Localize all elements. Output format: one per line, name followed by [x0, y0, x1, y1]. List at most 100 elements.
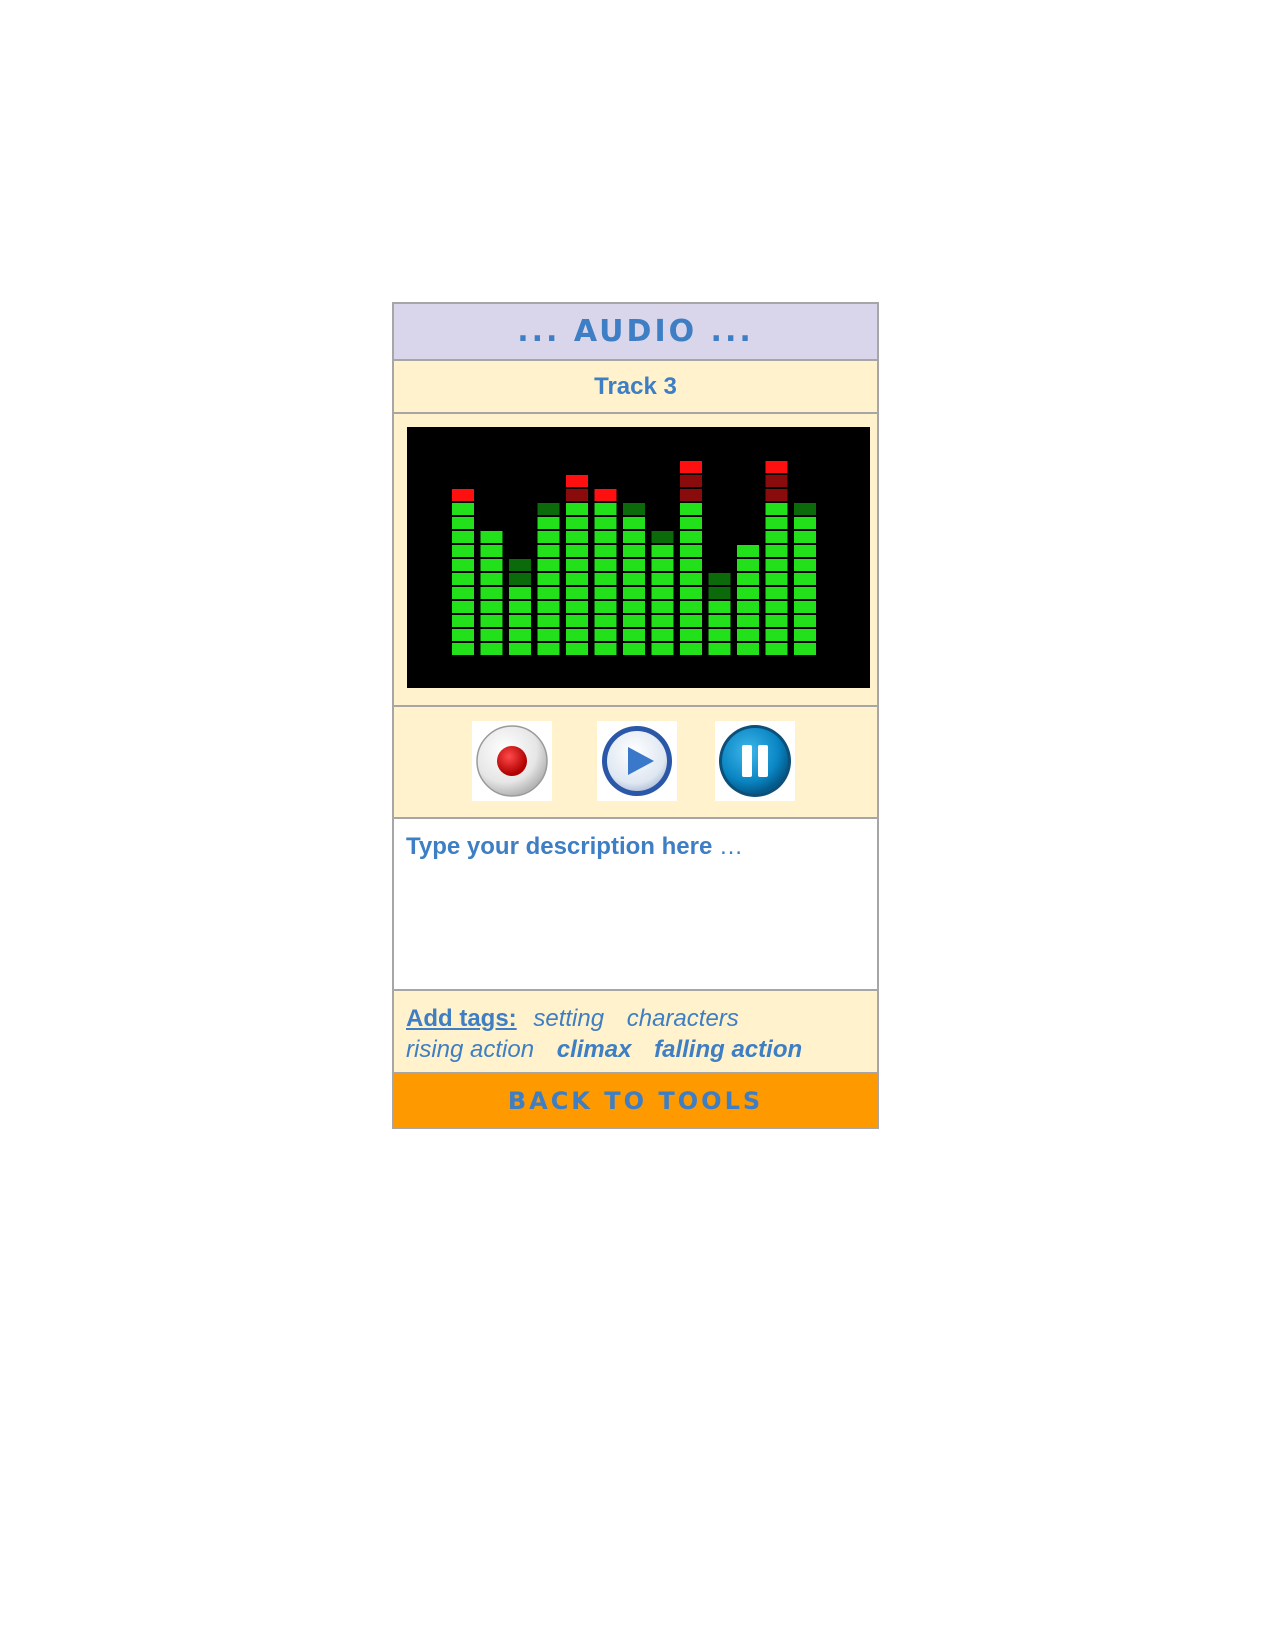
meter-segment: [680, 629, 702, 641]
meter-segment: [623, 601, 645, 613]
meter-segment: [452, 573, 474, 585]
meter-segment: [737, 629, 759, 641]
pause-button[interactable]: [715, 721, 795, 801]
meter-segment: [509, 615, 531, 627]
tags-line-1: Add tags: setting characters: [406, 1003, 865, 1034]
meter-segment: [452, 517, 474, 529]
meter-segment: [594, 615, 617, 627]
meter-segment: [765, 545, 788, 557]
meter-segment: [594, 545, 617, 557]
tag-setting[interactable]: setting: [533, 1005, 604, 1032]
meter-segment: [765, 601, 788, 613]
meter-segment: [708, 573, 731, 585]
meter-segment: [452, 503, 474, 515]
meter-segment: [737, 587, 759, 599]
add-tags-link[interactable]: Add tags:: [406, 1005, 517, 1032]
panel-title: ... AUDIO ...: [394, 304, 877, 361]
meter-segment: [708, 587, 731, 599]
track-name: Track 3: [394, 361, 877, 414]
meter-segment: [566, 545, 588, 557]
meter-segment: [537, 503, 560, 515]
meter-segment: [623, 545, 645, 557]
meter-segment: [794, 643, 816, 655]
meter-segment: [708, 601, 731, 613]
meter-segment: [794, 531, 816, 543]
meter-segment: [680, 475, 702, 487]
description-field[interactable]: Type your description here …: [394, 819, 877, 991]
meter-segment: [594, 601, 617, 613]
meter-segment: [566, 615, 588, 627]
meter-segment: [765, 587, 788, 599]
meter-segment: [623, 531, 645, 543]
play-button[interactable]: [597, 721, 677, 801]
meter-segment: [680, 615, 702, 627]
meter-segment: [651, 531, 674, 543]
record-button[interactable]: [472, 721, 552, 801]
meter-segment: [794, 545, 816, 557]
meter-segment: [452, 531, 474, 543]
meter-segment: [680, 545, 702, 557]
tags-section: Add tags: setting characters rising acti…: [394, 991, 877, 1074]
visualizer-section: [394, 414, 877, 707]
meter-segment: [765, 489, 788, 501]
meter-segment: [765, 531, 788, 543]
meter-segment: [765, 461, 788, 473]
meter-segment: [566, 587, 588, 599]
meter-segment: [623, 643, 645, 655]
meter-segment: [594, 531, 617, 543]
meter-segment: [594, 559, 617, 571]
meter-segment: [680, 517, 702, 529]
meter-segment: [452, 587, 474, 599]
meter-segment: [566, 531, 588, 543]
meter-segment: [708, 615, 731, 627]
meter-segment: [765, 559, 788, 571]
meter-segment: [794, 517, 816, 529]
meter-segment: [452, 559, 474, 571]
meter-segment: [737, 559, 759, 571]
meter-segment: [566, 559, 588, 571]
meter-segment: [509, 559, 531, 571]
meter-segment: [794, 573, 816, 585]
meter-segment: [452, 615, 474, 627]
meter-segment: [509, 629, 531, 641]
playback-controls: [394, 707, 877, 819]
meter-segment: [623, 503, 645, 515]
meter-segment: [509, 573, 531, 585]
tag-rising-action[interactable]: rising action: [406, 1036, 534, 1063]
meter-segment: [651, 643, 674, 655]
meter-segment: [594, 503, 617, 515]
tag-characters[interactable]: characters: [627, 1005, 739, 1032]
meter-segment: [480, 545, 503, 557]
meter-segment: [480, 629, 503, 641]
meter-segment: [651, 601, 674, 613]
meter-segment: [537, 545, 560, 557]
meter-segment: [680, 531, 702, 543]
meter-segment: [537, 531, 560, 543]
tag-falling-action[interactable]: falling action: [654, 1036, 802, 1063]
meter-segment: [537, 517, 560, 529]
meter-segment: [566, 601, 588, 613]
meter-segment: [737, 545, 759, 557]
meter-segment: [680, 601, 702, 613]
tag-climax[interactable]: climax: [557, 1036, 632, 1063]
meter-segment: [566, 489, 588, 501]
back-to-tools-button[interactable]: BACK TO TOOLS: [394, 1074, 877, 1127]
meter-segment: [623, 573, 645, 585]
meter-segment: [509, 601, 531, 613]
meter-segment: [623, 615, 645, 627]
meter-segment: [566, 629, 588, 641]
meter-segment: [680, 643, 702, 655]
meter-segment: [794, 629, 816, 641]
meter-segment: [566, 475, 588, 487]
meter-segment: [566, 643, 588, 655]
meter-segment: [537, 573, 560, 585]
meter-segment: [566, 503, 588, 515]
meter-segment: [509, 643, 531, 655]
meter-segment: [794, 601, 816, 613]
meter-segment: [737, 615, 759, 627]
audio-level-meter: [407, 427, 870, 688]
meter-segment: [680, 461, 702, 473]
meter-segment: [737, 643, 759, 655]
meter-segment: [651, 559, 674, 571]
meter-segment: [452, 545, 474, 557]
